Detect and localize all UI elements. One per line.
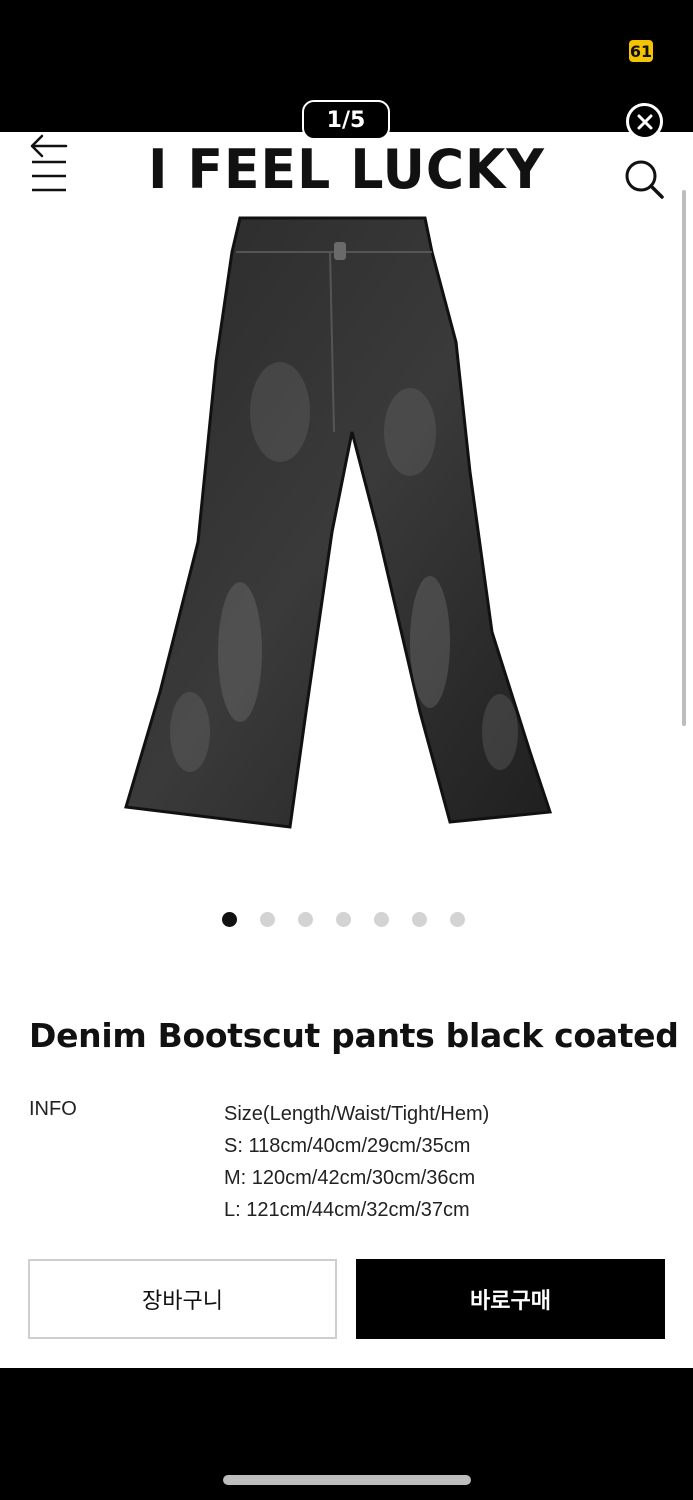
add-to-cart-button[interactable]: 장바구니 <box>28 1259 337 1339</box>
battery-indicator: 61 <box>629 40 653 62</box>
product-image[interactable] <box>120 212 560 842</box>
product-title: Denim Bootscut pants black coated <box>29 1016 679 1055</box>
carousel-dot[interactable] <box>222 912 237 927</box>
carousel-dot[interactable] <box>298 912 313 927</box>
size-info-s: S: 118cm/40cm/29cm/35cm <box>224 1135 471 1157</box>
close-icon <box>637 114 652 129</box>
carousel-dot[interactable] <box>412 912 427 927</box>
carousel-dot[interactable] <box>336 912 351 927</box>
brand-logo[interactable]: I FEEL LUCKY <box>0 139 693 202</box>
search-icon[interactable] <box>622 157 666 201</box>
page-counter: 1/5 <box>302 100 390 140</box>
close-button[interactable] <box>626 103 663 140</box>
size-info: Size(Length/Waist/Tight/Hem) S: 118cm/40… <box>224 1098 489 1226</box>
buy-now-button[interactable]: 바로구매 <box>356 1259 665 1339</box>
home-indicator[interactable] <box>223 1475 471 1485</box>
info-label: INFO <box>29 1098 77 1120</box>
carousel-dot[interactable] <box>260 912 275 927</box>
size-info-l: L: 121cm/44cm/32cm/37cm <box>224 1199 470 1221</box>
size-info-m: M: 120cm/42cm/30cm/36cm <box>224 1167 476 1189</box>
size-info-header: Size(Length/Waist/Tight/Hem) <box>224 1103 490 1125</box>
carousel-dot[interactable] <box>374 912 389 927</box>
carousel-dots <box>222 912 465 927</box>
scrollbar[interactable] <box>682 190 686 726</box>
carousel-dot[interactable] <box>450 912 465 927</box>
